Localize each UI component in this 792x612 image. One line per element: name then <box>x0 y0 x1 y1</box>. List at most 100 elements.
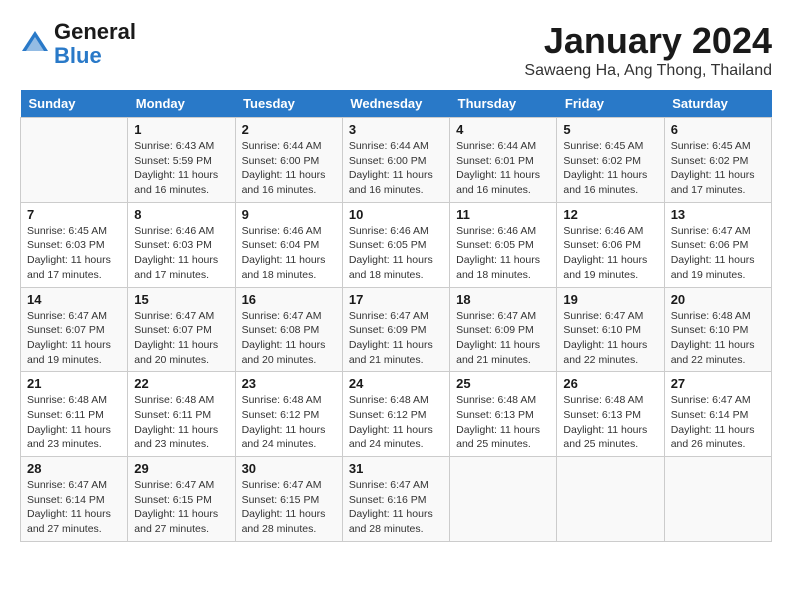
logo: General Blue <box>20 20 136 68</box>
day-cell: 1 Sunrise: 6:43 AMSunset: 5:59 PMDaylight… <box>128 118 235 203</box>
day-info: Sunrise: 6:46 AMSunset: 6:05 PMDaylight:… <box>349 224 443 283</box>
day-cell: 7 Sunrise: 6:45 AMSunset: 6:03 PMDaylight… <box>21 202 128 287</box>
day-number: 2 <box>242 122 336 137</box>
header: General Blue January 2024 Sawaeng Ha, An… <box>20 20 772 80</box>
day-number: 25 <box>456 376 550 391</box>
day-info: Sunrise: 6:44 AMSunset: 6:00 PMDaylight:… <box>349 139 443 198</box>
day-cell: 9 Sunrise: 6:46 AMSunset: 6:04 PMDaylight… <box>235 202 342 287</box>
day-info: Sunrise: 6:47 AMSunset: 6:10 PMDaylight:… <box>563 309 657 368</box>
day-cell <box>557 457 664 542</box>
week-row-2: 7 Sunrise: 6:45 AMSunset: 6:03 PMDaylight… <box>21 202 772 287</box>
page-container: General Blue January 2024 Sawaeng Ha, An… <box>20 20 772 542</box>
day-number: 12 <box>563 207 657 222</box>
day-cell: 10 Sunrise: 6:46 AMSunset: 6:05 PMDayligh… <box>342 202 449 287</box>
day-number: 28 <box>27 461 121 476</box>
calendar-subtitle: Sawaeng Ha, Ang Thong, Thailand <box>524 62 772 80</box>
day-info: Sunrise: 6:46 AMSunset: 6:04 PMDaylight:… <box>242 224 336 283</box>
day-cell: 18Sunrise: 6:47 AMSunset: 6:09 PMDayligh… <box>450 287 557 372</box>
day-number: 5 <box>563 122 657 137</box>
day-cell: 15 Sunrise: 6:47 AMSunset: 6:07 PMDayligh… <box>128 287 235 372</box>
day-info: Sunrise: 6:47 AMSunset: 6:09 PMDaylight:… <box>456 309 550 368</box>
day-number: 27 <box>671 376 765 391</box>
col-header-friday: Friday <box>557 90 664 118</box>
day-number: 9 <box>242 207 336 222</box>
day-cell: 3 Sunrise: 6:44 AMSunset: 6:00 PMDaylight… <box>342 118 449 203</box>
day-info: Sunrise: 6:44 AMSunset: 6:00 PMDaylight:… <box>242 139 336 198</box>
logo-icon <box>20 29 50 59</box>
day-cell: 14 Sunrise: 6:47 AMSunset: 6:07 PMDayligh… <box>21 287 128 372</box>
day-info: Sunrise: 6:47 AMSunset: 6:14 PMDaylight:… <box>27 478 121 537</box>
day-number: 14 <box>27 292 121 307</box>
day-number: 13 <box>671 207 765 222</box>
day-number: 23 <box>242 376 336 391</box>
day-info: Sunrise: 6:47 AMSunset: 6:14 PMDaylight:… <box>671 393 765 452</box>
day-info: Sunrise: 6:45 AMSunset: 6:03 PMDaylight:… <box>27 224 121 283</box>
day-cell: 26 Sunrise: 6:48 AMSunset: 6:13 PMDayligh… <box>557 372 664 457</box>
day-info: Sunrise: 6:47 AMSunset: 6:16 PMDaylight:… <box>349 478 443 537</box>
calendar-table: SundayMondayTuesdayWednesdayThursdayFrid… <box>20 90 772 542</box>
col-header-tuesday: Tuesday <box>235 90 342 118</box>
day-number: 16 <box>242 292 336 307</box>
week-row-5: 28 Sunrise: 6:47 AMSunset: 6:14 PMDayligh… <box>21 457 772 542</box>
day-cell: 25Sunrise: 6:48 AMSunset: 6:13 PMDayligh… <box>450 372 557 457</box>
col-header-thursday: Thursday <box>450 90 557 118</box>
day-cell: 21 Sunrise: 6:48 AMSunset: 6:11 PMDayligh… <box>21 372 128 457</box>
day-number: 11 <box>456 207 550 222</box>
day-info: Sunrise: 6:48 AMSunset: 6:13 PMDaylight:… <box>563 393 657 452</box>
day-number: 10 <box>349 207 443 222</box>
day-number: 19 <box>563 292 657 307</box>
day-number: 3 <box>349 122 443 137</box>
calendar-title: January 2024 <box>524 20 772 62</box>
day-number: 6 <box>671 122 765 137</box>
week-row-1: 1 Sunrise: 6:43 AMSunset: 5:59 PMDaylight… <box>21 118 772 203</box>
day-number: 1 <box>134 122 228 137</box>
day-info: Sunrise: 6:48 AMSunset: 6:11 PMDaylight:… <box>134 393 228 452</box>
day-number: 15 <box>134 292 228 307</box>
day-number: 7 <box>27 207 121 222</box>
col-header-wednesday: Wednesday <box>342 90 449 118</box>
day-cell: 16Sunrise: 6:47 AMSunset: 6:08 PMDayligh… <box>235 287 342 372</box>
col-header-monday: Monday <box>128 90 235 118</box>
day-info: Sunrise: 6:46 AMSunset: 6:03 PMDaylight:… <box>134 224 228 283</box>
day-cell: 29 Sunrise: 6:47 AMSunset: 6:15 PMDayligh… <box>128 457 235 542</box>
day-number: 24 <box>349 376 443 391</box>
day-number: 31 <box>349 461 443 476</box>
day-cell: 23 Sunrise: 6:48 AMSunset: 6:12 PMDayligh… <box>235 372 342 457</box>
day-info: Sunrise: 6:47 AMSunset: 6:07 PMDaylight:… <box>134 309 228 368</box>
week-row-3: 14 Sunrise: 6:47 AMSunset: 6:07 PMDayligh… <box>21 287 772 372</box>
day-number: 21 <box>27 376 121 391</box>
day-info: Sunrise: 6:47 AMSunset: 6:06 PMDaylight:… <box>671 224 765 283</box>
day-number: 8 <box>134 207 228 222</box>
day-cell: 5Sunrise: 6:45 AMSunset: 6:02 PMDaylight… <box>557 118 664 203</box>
day-cell <box>664 457 771 542</box>
col-header-saturday: Saturday <box>664 90 771 118</box>
day-cell: 6 Sunrise: 6:45 AMSunset: 6:02 PMDaylight… <box>664 118 771 203</box>
day-cell: 31 Sunrise: 6:47 AMSunset: 6:16 PMDayligh… <box>342 457 449 542</box>
day-number: 29 <box>134 461 228 476</box>
day-info: Sunrise: 6:48 AMSunset: 6:11 PMDaylight:… <box>27 393 121 452</box>
week-row-4: 21 Sunrise: 6:48 AMSunset: 6:11 PMDayligh… <box>21 372 772 457</box>
day-info: Sunrise: 6:47 AMSunset: 6:15 PMDaylight:… <box>134 478 228 537</box>
day-cell: 19 Sunrise: 6:47 AMSunset: 6:10 PMDayligh… <box>557 287 664 372</box>
day-info: Sunrise: 6:48 AMSunset: 6:10 PMDaylight:… <box>671 309 765 368</box>
day-number: 30 <box>242 461 336 476</box>
logo-line2: Blue <box>54 43 102 68</box>
day-cell: 8 Sunrise: 6:46 AMSunset: 6:03 PMDaylight… <box>128 202 235 287</box>
day-info: Sunrise: 6:43 AMSunset: 5:59 PMDaylight:… <box>134 139 228 198</box>
day-cell: 27 Sunrise: 6:47 AMSunset: 6:14 PMDayligh… <box>664 372 771 457</box>
day-cell: 4Sunrise: 6:44 AMSunset: 6:01 PMDaylight… <box>450 118 557 203</box>
day-cell: 30 Sunrise: 6:47 AMSunset: 6:15 PMDayligh… <box>235 457 342 542</box>
day-info: Sunrise: 6:47 AMSunset: 6:15 PMDaylight:… <box>242 478 336 537</box>
day-info: Sunrise: 6:46 AMSunset: 6:05 PMDaylight:… <box>456 224 550 283</box>
day-info: Sunrise: 6:45 AMSunset: 6:02 PMDaylight:… <box>671 139 765 198</box>
day-cell <box>21 118 128 203</box>
day-cell <box>450 457 557 542</box>
day-cell: 20Sunrise: 6:48 AMSunset: 6:10 PMDayligh… <box>664 287 771 372</box>
day-cell: 11 Sunrise: 6:46 AMSunset: 6:05 PMDayligh… <box>450 202 557 287</box>
day-info: Sunrise: 6:47 AMSunset: 6:09 PMDaylight:… <box>349 309 443 368</box>
day-info: Sunrise: 6:48 AMSunset: 6:12 PMDaylight:… <box>242 393 336 452</box>
day-info: Sunrise: 6:47 AMSunset: 6:07 PMDaylight:… <box>27 309 121 368</box>
day-cell: 24Sunrise: 6:48 AMSunset: 6:12 PMDayligh… <box>342 372 449 457</box>
day-number: 17 <box>349 292 443 307</box>
day-number: 26 <box>563 376 657 391</box>
